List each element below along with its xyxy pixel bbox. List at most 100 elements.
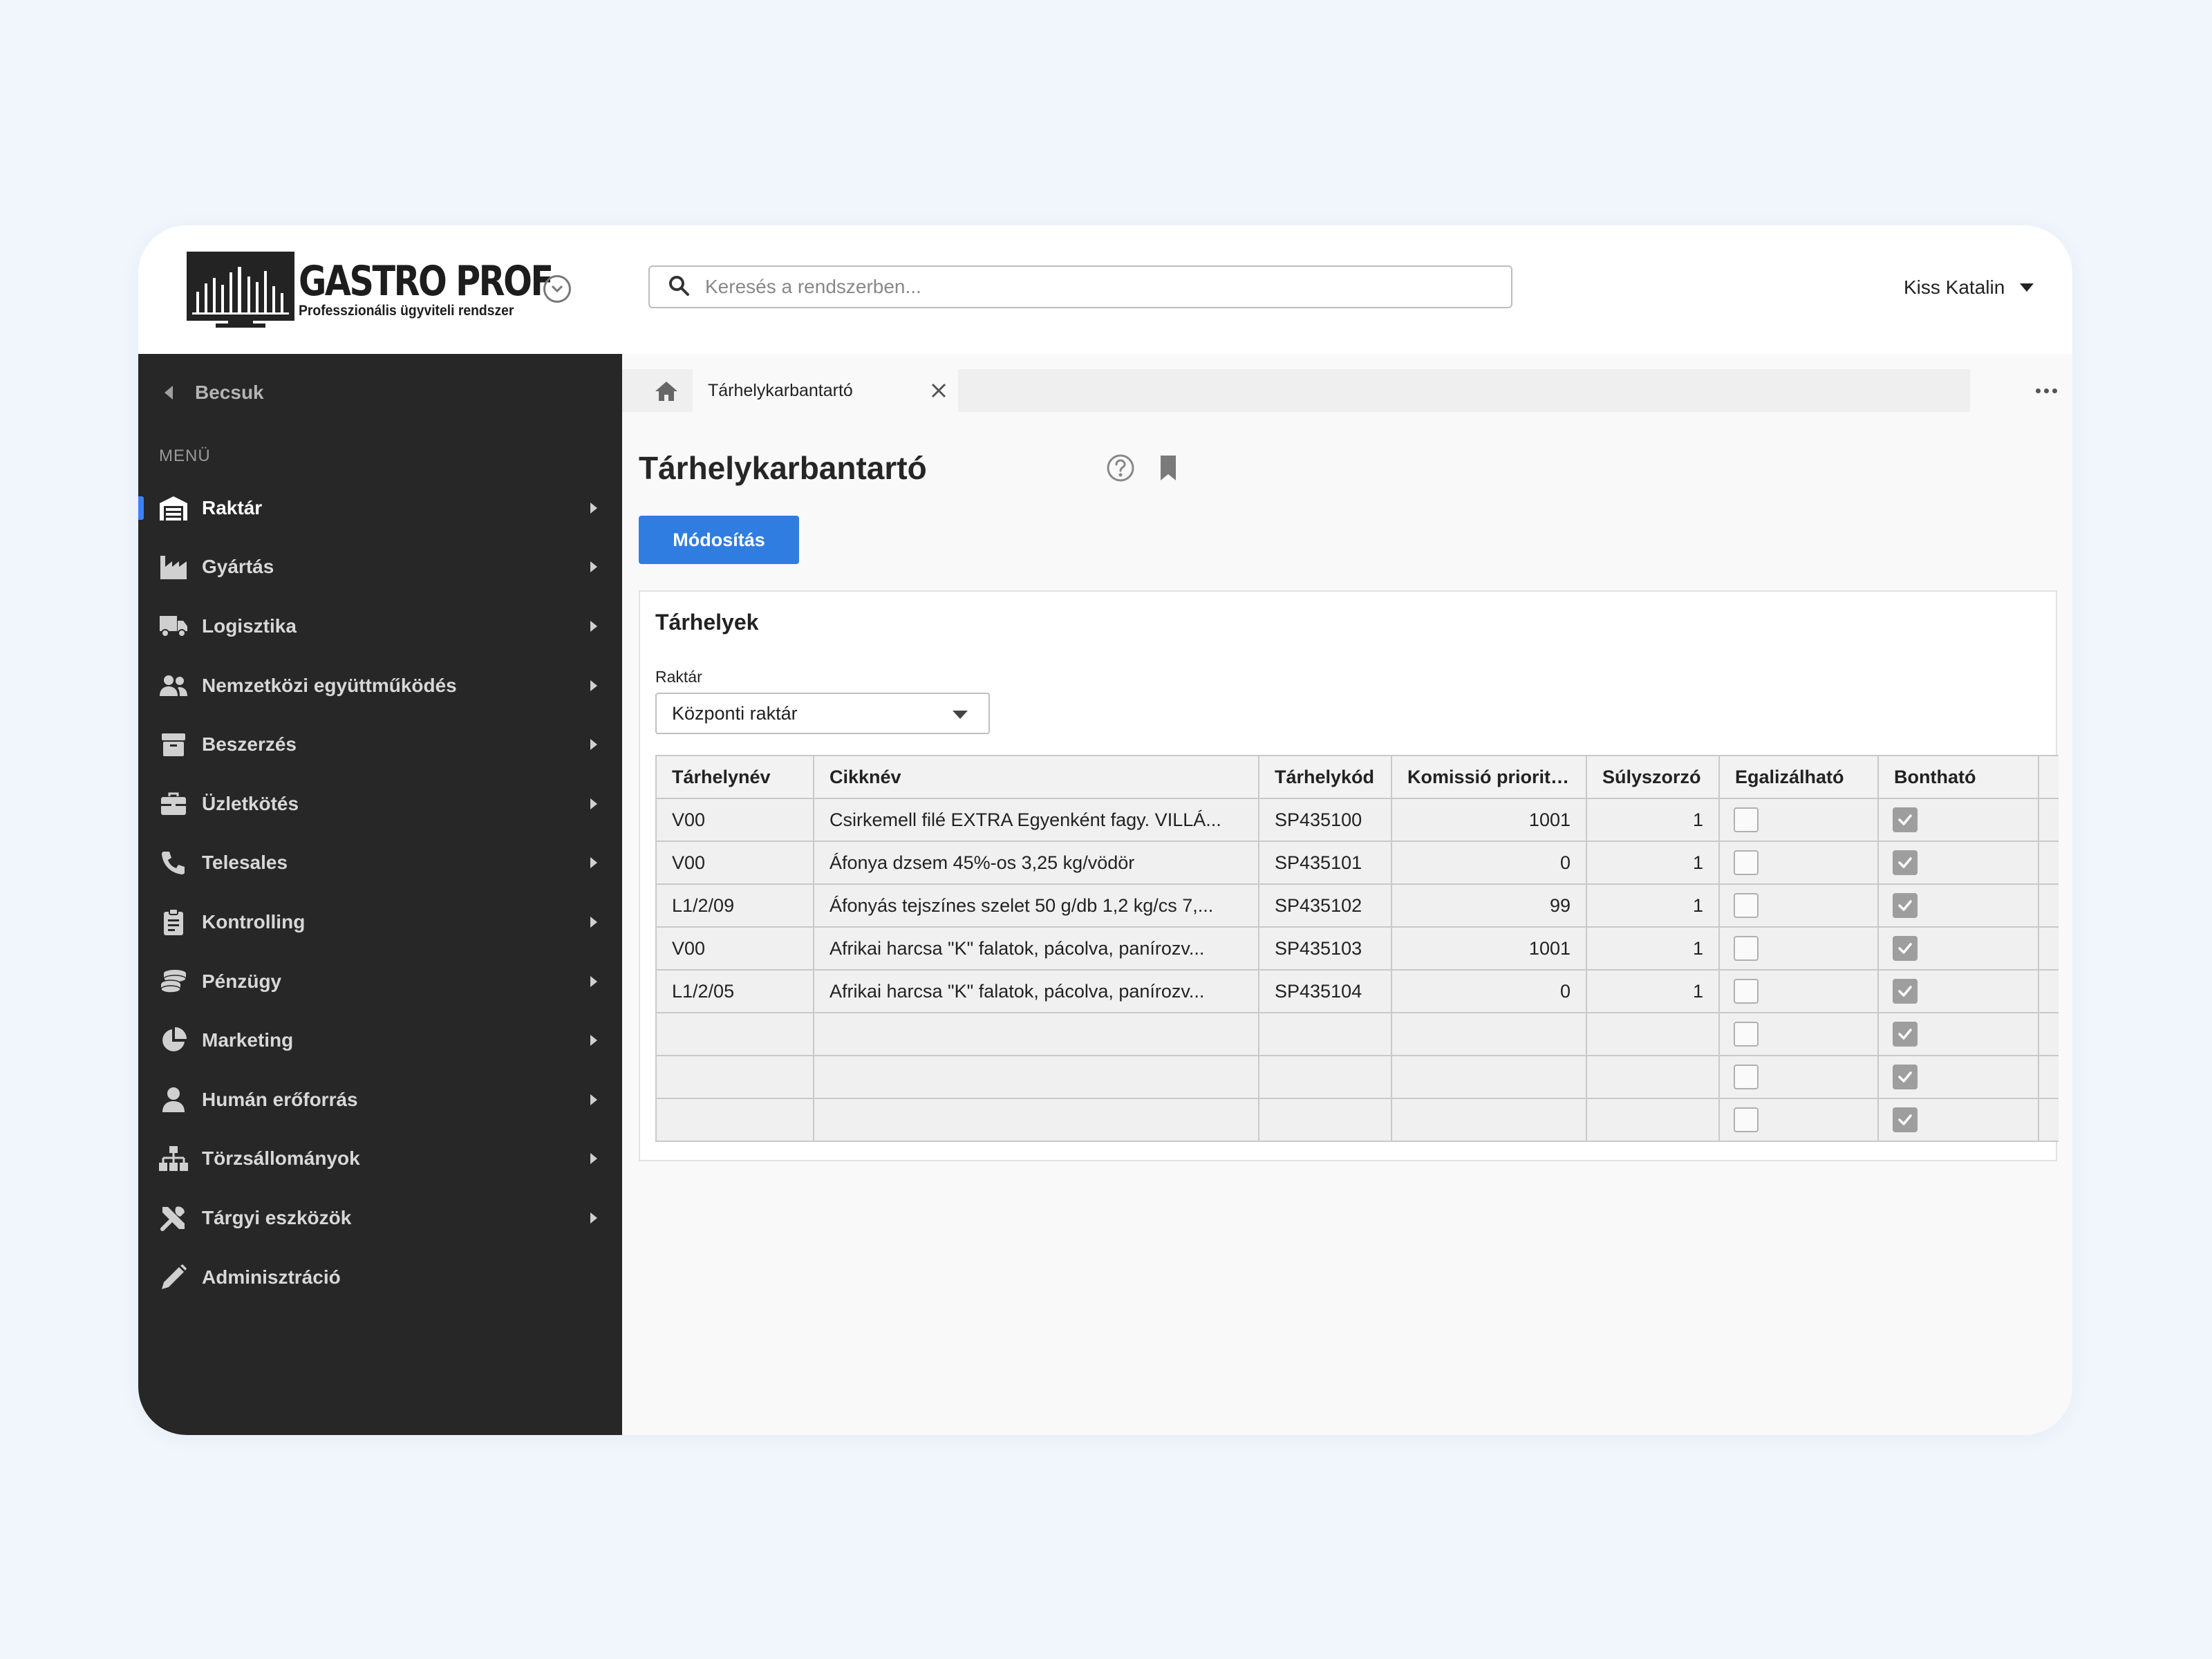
egalizalhato-checkbox[interactable]: [1734, 893, 1759, 918]
egalizalhato-checkbox[interactable]: [1734, 807, 1759, 832]
help-icon[interactable]: [1106, 453, 1135, 482]
bookmark-icon[interactable]: [1154, 453, 1182, 482]
cell-tarhelynev[interactable]: V00: [655, 798, 814, 842]
sidebar-item-human[interactable]: Humán erőforrás: [138, 1070, 622, 1130]
cell-sulyszorzo[interactable]: [1586, 1098, 1720, 1142]
table-row[interactable]: L1/2/05 Afrikai harcsa "K" falatok, pácol…: [655, 969, 2059, 1013]
cell-egalizalhato: [1718, 969, 1879, 1013]
cell-tarhelynev[interactable]: L1/2/05: [655, 969, 814, 1013]
cell-tarhelykod[interactable]: SP435104: [1258, 969, 1392, 1013]
column-header[interactable]: Súlyszorzó: [1586, 755, 1720, 799]
cell-cikknev[interactable]: [813, 1012, 1259, 1056]
sidebar-item-targyi-eszkozok[interactable]: Tárgyi eszközök: [138, 1188, 622, 1248]
cell-komissio-prioritas[interactable]: 99: [1391, 883, 1587, 928]
cell-tarhelykod[interactable]: [1258, 1098, 1392, 1142]
bonthato-checkbox[interactable]: [1893, 1107, 1918, 1132]
egalizalhato-checkbox[interactable]: [1734, 979, 1759, 1004]
cell-sulyszorzo[interactable]: 1: [1586, 883, 1720, 928]
table-row[interactable]: [655, 1098, 2059, 1142]
cell-cikknev[interactable]: [813, 1055, 1259, 1099]
table-row[interactable]: L1/2/09 Áfonyás tejszínes szelet 50 g/db …: [655, 883, 2059, 928]
sidebar-item-telesales[interactable]: Telesales: [138, 834, 622, 893]
cell-tarhelynev[interactable]: [655, 1055, 814, 1099]
home-icon[interactable]: [653, 377, 680, 405]
bonthato-checkbox[interactable]: [1893, 893, 1918, 918]
cell-cikknev[interactable]: Áfonya dzsem 45%-os 3,25 kg/vödör: [813, 841, 1259, 885]
column-header[interactable]: Tárhelykód: [1258, 755, 1392, 799]
cell-komissio-prioritas[interactable]: [1391, 1012, 1587, 1056]
cell-cikknev[interactable]: [813, 1098, 1259, 1142]
table-row[interactable]: [655, 1012, 2059, 1056]
bonthato-checkbox[interactable]: [1893, 807, 1918, 832]
close-icon[interactable]: [929, 381, 948, 400]
egalizalhato-checkbox[interactable]: [1734, 850, 1759, 875]
bonthato-checkbox[interactable]: [1893, 1065, 1918, 1089]
modify-button[interactable]: Módosítás: [639, 516, 799, 564]
egalizalhato-checkbox[interactable]: [1734, 1022, 1759, 1047]
table-row[interactable]: V00 Afrikai harcsa "K" falatok, pácolva, …: [655, 926, 2059, 971]
sidebar-collapse-button[interactable]: Becsuk: [165, 382, 264, 404]
table-row[interactable]: [655, 1055, 2059, 1099]
bonthato-checkbox[interactable]: [1893, 979, 1918, 1004]
cell-komissio-prioritas[interactable]: 0: [1391, 969, 1587, 1013]
cell-tarhelynev[interactable]: V00: [655, 841, 814, 885]
cell-sulyszorzo[interactable]: 1: [1586, 798, 1720, 842]
sidebar-item-adminisztracio[interactable]: Adminisztráció: [138, 1248, 622, 1307]
cell-tarhelykod[interactable]: SP435102: [1258, 883, 1392, 928]
sidebar-item-marketing[interactable]: Marketing: [138, 1011, 622, 1070]
tab-tarhelykarbantarto[interactable]: Tárhelykarbantartó: [693, 369, 958, 412]
cell-tarhelynev[interactable]: [655, 1098, 814, 1142]
cell-tarhelykod[interactable]: [1258, 1012, 1392, 1056]
cell-sulyszorzo[interactable]: [1586, 1012, 1720, 1056]
table-row[interactable]: V00 Csirkemell filé EXTRA Egyenként fagy.…: [655, 798, 2059, 842]
sidebar-item-raktar[interactable]: Raktár: [138, 478, 622, 538]
cell-cikknev[interactable]: Csirkemell filé EXTRA Egyenként fagy. VI…: [813, 798, 1259, 842]
egalizalhato-checkbox[interactable]: [1734, 936, 1759, 961]
sidebar-item-uzletkotes[interactable]: Üzletkötés: [138, 774, 622, 834]
cell-komissio-prioritas[interactable]: 1001: [1391, 798, 1587, 842]
cell-komissio-prioritas[interactable]: 0: [1391, 841, 1587, 885]
bonthato-checkbox[interactable]: [1893, 936, 1918, 961]
warehouse-select[interactable]: Központi raktár: [655, 693, 990, 734]
cell-tarhelykod[interactable]: SP435100: [1258, 798, 1392, 842]
logo[interactable]: GASTRO PROF Professzionális ügyviteli re…: [187, 250, 554, 329]
column-header[interactable]: Bontható: [1877, 755, 2039, 799]
cell-tarhelynev[interactable]: V00: [655, 926, 814, 971]
sidebar-item-nemzetkozi[interactable]: Nemzetközi együttműködés: [138, 656, 622, 715]
bonthato-checkbox[interactable]: [1893, 1022, 1918, 1047]
cell-komissio-prioritas[interactable]: 1001: [1391, 926, 1587, 971]
column-header[interactable]: Komissió prioritás: [1391, 755, 1587, 799]
app-switcher-chevron-down-icon[interactable]: [543, 275, 571, 303]
cell-tarhelykod[interactable]: SP435101: [1258, 841, 1392, 885]
cell-komissio-prioritas[interactable]: [1391, 1098, 1587, 1142]
cell-tarhelykod[interactable]: SP435103: [1258, 926, 1392, 971]
egalizalhato-checkbox[interactable]: [1734, 1065, 1759, 1089]
sidebar-item-beszerzes[interactable]: Beszerzés: [138, 715, 622, 774]
cell-sulyszorzo[interactable]: 1: [1586, 969, 1720, 1013]
sidebar-item-logisztika[interactable]: Logisztika: [138, 597, 622, 656]
tab-more-button[interactable]: [1970, 369, 2072, 412]
bonthato-checkbox[interactable]: [1893, 850, 1918, 875]
cell-sulyszorzo[interactable]: 1: [1586, 841, 1720, 885]
cell-komissio-prioritas[interactable]: [1391, 1055, 1587, 1099]
cell-sulyszorzo[interactable]: 1: [1586, 926, 1720, 971]
cell-tarhelynev[interactable]: L1/2/09: [655, 883, 814, 928]
cell-tarhelykod[interactable]: [1258, 1055, 1392, 1099]
user-menu[interactable]: Kiss Katalin: [1904, 276, 2034, 299]
sidebar-item-gyartas[interactable]: Gyártás: [138, 538, 622, 597]
cell-cikknev[interactable]: Afrikai harcsa "K" falatok, pácolva, pan…: [813, 969, 1259, 1013]
table-row[interactable]: V00 Áfonya dzsem 45%-os 3,25 kg/vödör SP43…: [655, 841, 2059, 885]
egalizalhato-checkbox[interactable]: [1734, 1107, 1759, 1132]
sidebar-item-torzsallomanyok[interactable]: Törzsállományok: [138, 1130, 622, 1189]
column-header[interactable]: Cikknév: [813, 755, 1259, 799]
search-box[interactable]: [648, 265, 1512, 308]
sidebar-item-penzugy[interactable]: Pénzügy: [138, 952, 622, 1011]
cell-tarhelynev[interactable]: [655, 1012, 814, 1056]
cell-sulyszorzo[interactable]: [1586, 1055, 1720, 1099]
column-header[interactable]: Tárhelynév: [655, 755, 814, 799]
search-input[interactable]: [705, 276, 1500, 298]
cell-cikknev[interactable]: Áfonyás tejszínes szelet 50 g/db 1,2 kg/…: [813, 883, 1259, 928]
cell-cikknev[interactable]: Afrikai harcsa "K" falatok, pácolva, pan…: [813, 926, 1259, 971]
sidebar-item-kontrolling[interactable]: Kontrolling: [138, 892, 622, 952]
column-header[interactable]: Egalizálható: [1718, 755, 1879, 799]
